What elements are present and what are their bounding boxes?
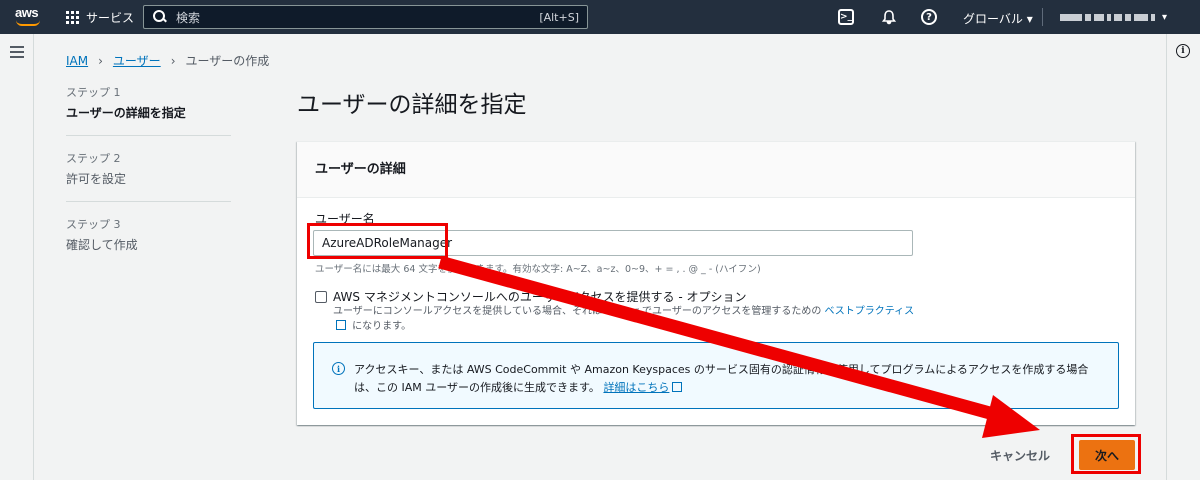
step-number: ステップ 3	[66, 218, 121, 231]
aws-logo[interactable]: aws	[14, 5, 44, 29]
page-title: ユーザーの詳細を指定	[297, 92, 527, 118]
highlight-next-box	[1071, 434, 1141, 474]
services-label: サービス	[86, 11, 135, 25]
console-access-label[interactable]: AWS マネジメントコンソールへのユーザーアクセスを提供する - オプション	[333, 288, 747, 305]
search-placeholder: 検索	[176, 10, 201, 25]
top-navigation: aws サービス 検索 [Alt+S] >_ ? グローバル ▾ ▾	[0, 0, 1200, 34]
learn-more-link[interactable]: 詳細はこちら	[603, 381, 669, 394]
highlight-username-box	[307, 223, 448, 259]
cancel-button[interactable]: キャンセル	[990, 447, 1050, 464]
step-label: 許可を設定	[66, 172, 127, 186]
left-rail	[0, 34, 34, 480]
breadcrumb-current: ユーザーの作成	[185, 54, 270, 68]
step-label: 確認して作成	[66, 238, 138, 252]
menu-icon[interactable]	[10, 46, 24, 58]
chevron-right-icon: ›	[170, 53, 176, 68]
step-1: ステップ 1 ユーザーの詳細を指定	[66, 84, 231, 136]
account-menu[interactable]: ▾	[1060, 11, 1180, 23]
info-alert: i アクセスキー、または AWS CodeCommit や Amazon Key…	[313, 342, 1119, 409]
search-shortcut: [Alt+S]	[539, 10, 579, 24]
wizard-steps: ステップ 1 ユーザーの詳細を指定 ステップ 2 許可を設定 ステップ 3 確認…	[66, 84, 231, 281]
user-details-panel: ユーザーの詳細 ユーザー名 ユーザー名には最大 64 文字を使用できます。有効な…	[297, 141, 1135, 425]
step-label: ユーザーの詳細を指定	[66, 106, 186, 120]
right-rail: i	[1166, 34, 1200, 480]
help-icon[interactable]: ?	[921, 9, 937, 25]
info-icon: i	[332, 362, 345, 375]
search-input[interactable]: 検索 [Alt+S]	[143, 5, 588, 29]
step-number: ステップ 2	[66, 152, 121, 165]
alert-text: アクセスキー、または AWS CodeCommit や Amazon Keysp…	[354, 363, 1089, 394]
panel-header: ユーザーの詳細	[297, 142, 1135, 198]
step-number: ステップ 1	[66, 86, 121, 99]
notifications-icon[interactable]	[880, 8, 898, 26]
username-constraint: ユーザー名には最大 64 文字を使用できます。有効な文字: A~Z、a~z、0~…	[315, 264, 761, 275]
info-panel-icon[interactable]: i	[1176, 44, 1190, 58]
step-2: ステップ 2 許可を設定	[66, 150, 231, 202]
best-practice-link[interactable]: ベストプラクティス	[825, 306, 915, 317]
chevron-right-icon: ›	[98, 53, 103, 68]
breadcrumb-iam[interactable]: IAM	[66, 54, 88, 68]
breadcrumb: IAM › ユーザー › ユーザーの作成	[66, 52, 269, 69]
external-link-icon	[336, 320, 346, 330]
console-access-checkbox[interactable]	[315, 291, 327, 303]
external-link-icon	[672, 382, 683, 392]
services-menu-button[interactable]: サービス	[66, 9, 134, 26]
nav-divider	[1042, 8, 1043, 26]
grid-icon	[66, 10, 80, 25]
cloudshell-icon[interactable]: >_	[838, 9, 854, 25]
breadcrumb-users[interactable]: ユーザー	[113, 52, 161, 69]
step-3: ステップ 3 確認して作成	[66, 216, 231, 267]
region-selector[interactable]: グローバル ▾	[963, 10, 1033, 27]
console-access-description: ユーザーにコンソールアクセスを提供している場合、それは Center でユーザー…	[333, 306, 915, 332]
search-icon	[152, 9, 168, 25]
